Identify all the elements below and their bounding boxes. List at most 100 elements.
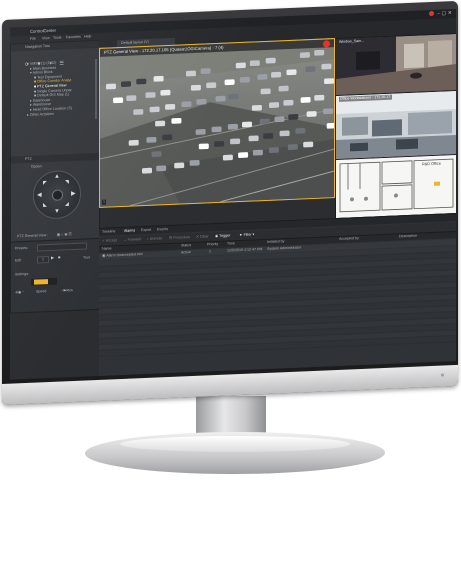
car	[324, 78, 334, 85]
play-icon[interactable]: ▶	[51, 255, 54, 261]
car	[145, 92, 156, 98]
menu-tools[interactable]: Tools	[53, 36, 61, 41]
car	[235, 62, 246, 69]
arrow-downright-icon[interactable]: ◢	[65, 201, 69, 207]
tab-timeline[interactable]: Timeline	[102, 229, 115, 234]
car	[271, 71, 282, 78]
car	[257, 74, 268, 80]
camera-tile-workstations[interactable]: Office Workstations - 172.20.17.	[335, 89, 456, 161]
car	[239, 76, 250, 83]
tree-scrollbar[interactable]	[95, 59, 97, 120]
col-priority[interactable]: Priority	[207, 242, 218, 247]
car	[305, 66, 316, 73]
tab-export[interactable]: Export	[141, 228, 151, 233]
settings-icon[interactable]	[429, 10, 434, 17]
arrow-right-icon[interactable]: ▶	[71, 190, 76, 197]
car	[211, 126, 222, 133]
tab-alarms[interactable]: Alarms	[124, 228, 135, 233]
car	[215, 95, 226, 102]
car	[265, 57, 276, 64]
arrow-left-icon[interactable]: ◀	[37, 191, 42, 198]
col-description[interactable]: Description	[399, 234, 417, 239]
car	[160, 89, 171, 96]
menu-view[interactable]: View	[42, 36, 50, 41]
record-indicator-icon	[323, 40, 330, 48]
speed-slider[interactable]	[31, 277, 57, 286]
car	[260, 88, 271, 95]
menu-favorites[interactable]: Favorites	[66, 35, 81, 40]
trigger-button[interactable]: ◉ Trigger	[215, 233, 230, 238]
focus-control[interactable]: − ▸ +	[61, 278, 81, 292]
monitor-stand-base-highlight	[120, 436, 350, 452]
car	[198, 143, 209, 150]
app-title: ControlCenter	[30, 27, 57, 34]
car	[238, 152, 249, 158]
car	[195, 129, 206, 135]
car	[106, 83, 116, 90]
monitor: ControlCenter – ▢ ✕ File View Tools Favo…	[0, 0, 461, 567]
arrow-down-icon[interactable]: ▼	[54, 209, 60, 215]
col-accepted[interactable]: Accepted by	[339, 236, 359, 241]
arrow-downleft-icon[interactable]: ◣	[43, 202, 47, 208]
presets-dropdown[interactable]	[37, 242, 87, 252]
forward-button[interactable]: → Forward	[123, 237, 141, 242]
preset-number-input[interactable]: 1	[37, 256, 49, 264]
car	[230, 138, 241, 145]
arrow-up-icon[interactable]: ▲	[54, 174, 60, 180]
col-initiated[interactable]: Initiated by	[267, 239, 284, 244]
home-button[interactable]	[52, 189, 63, 201]
car	[269, 102, 279, 108]
floor-plan-label: R&D Office	[422, 161, 441, 167]
screen: ControlCenter – ▢ ✕ File View Tools Favo…	[10, 8, 456, 380]
car	[121, 81, 131, 87]
col-status[interactable]: Status	[181, 243, 191, 248]
car	[165, 104, 176, 110]
speed-slider-fill	[34, 279, 48, 285]
procedure-button[interactable]: ☰ Procedure	[169, 235, 190, 240]
arrow-upright-icon[interactable]: ◥	[65, 179, 69, 185]
tab-events[interactable]: Events	[157, 227, 168, 232]
car	[162, 134, 173, 141]
car	[113, 97, 124, 104]
car	[190, 84, 201, 91]
tour-label[interactable]: Tour	[83, 255, 90, 260]
filter-button[interactable]: ▼ Filter ▾	[239, 232, 254, 237]
car	[295, 127, 306, 134]
unmute-button[interactable]: ♪ Unmute	[147, 236, 162, 241]
row-status: Active	[181, 250, 191, 255]
presets-label: Presets:	[15, 245, 29, 251]
col-time[interactable]: Time	[227, 241, 235, 246]
menu-help[interactable]: Help	[84, 34, 91, 39]
ptz-controls: Presets: Edit 1 ▶ ■ Tour Settings: + ◉ −…	[10, 237, 100, 314]
ptz-camera-icons[interactable]: ▣ ⌂ ◉ ☰	[57, 232, 72, 237]
car	[268, 147, 279, 153]
car	[153, 75, 164, 82]
window-controls[interactable]: – ▢ ✕	[438, 10, 452, 17]
car	[323, 108, 334, 115]
tile-number: 1	[102, 200, 106, 205]
arrow-upleft-icon[interactable]: ◤	[43, 180, 47, 186]
ptz-camera-row: PTZ General View : ▣ ⌂ ◉ ☰	[17, 221, 97, 238]
settings-label: Settings:	[15, 271, 29, 277]
car	[227, 123, 238, 130]
row-priority: 1	[209, 249, 211, 254]
accept-button[interactable]: ✓ Accept	[102, 238, 117, 243]
ptz-option[interactable]: Option	[31, 164, 42, 169]
navigation-tree: ▸ VMSB (1) (FW2) ▸ Main Business ▾ Admin…	[27, 59, 97, 152]
clear-button[interactable]: ✕ Clear	[196, 234, 209, 239]
edit-label[interactable]: Edit	[15, 258, 21, 263]
navigation-title: Navigation Tree	[25, 43, 51, 50]
floor-plan-tile[interactable]: R&D Office	[335, 153, 456, 220]
car	[181, 101, 192, 108]
camera-tile-window[interactable]: Window_Sam...	[335, 32, 456, 97]
car	[146, 136, 157, 143]
main-video-tile[interactable]: PTZ General View - 172.20.17.105 (Quasar…	[99, 38, 335, 208]
car	[286, 69, 297, 76]
menu-file[interactable]: File	[30, 37, 36, 42]
car	[249, 60, 260, 67]
car	[314, 49, 325, 56]
col-name[interactable]: Name	[102, 246, 112, 251]
save-icon[interactable]: ■	[58, 255, 60, 261]
ptz-joystick[interactable]: ▲ ▼ ◀ ▶ ◤ ◥ ◣ ◢	[33, 169, 81, 220]
iris-control[interactable]: + ◉ −	[15, 280, 27, 294]
